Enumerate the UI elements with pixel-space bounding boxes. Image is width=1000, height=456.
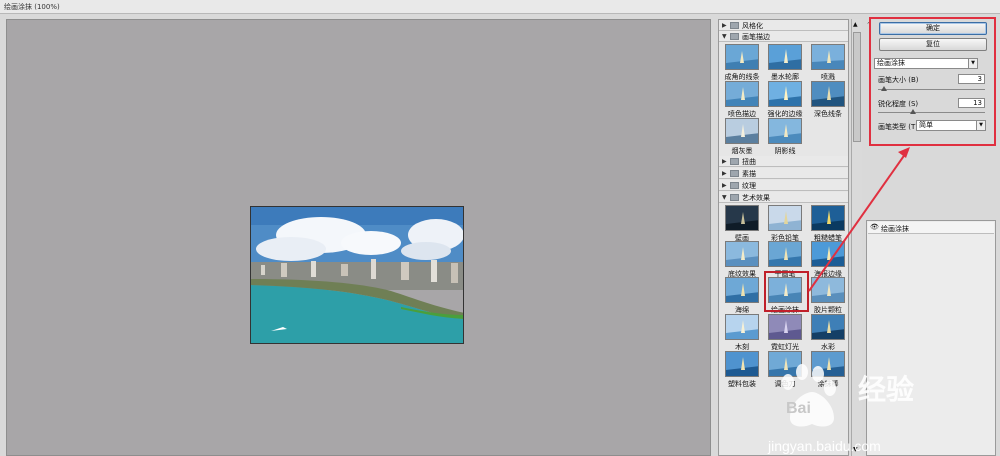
- baidu-watermark: Bai 经验 jingyan.baidu.com: [760, 348, 1000, 456]
- watermark-text: 经验: [858, 373, 915, 406]
- watermark-url: jingyan.baidu.com: [768, 438, 881, 454]
- effect-layer-name: 绘画涂抹: [881, 225, 909, 233]
- watermark-brand: Bai: [786, 400, 811, 417]
- eye-icon[interactable]: 👁: [870, 223, 879, 231]
- effect-layer-row[interactable]: 👁 绘画涂抹: [868, 222, 994, 234]
